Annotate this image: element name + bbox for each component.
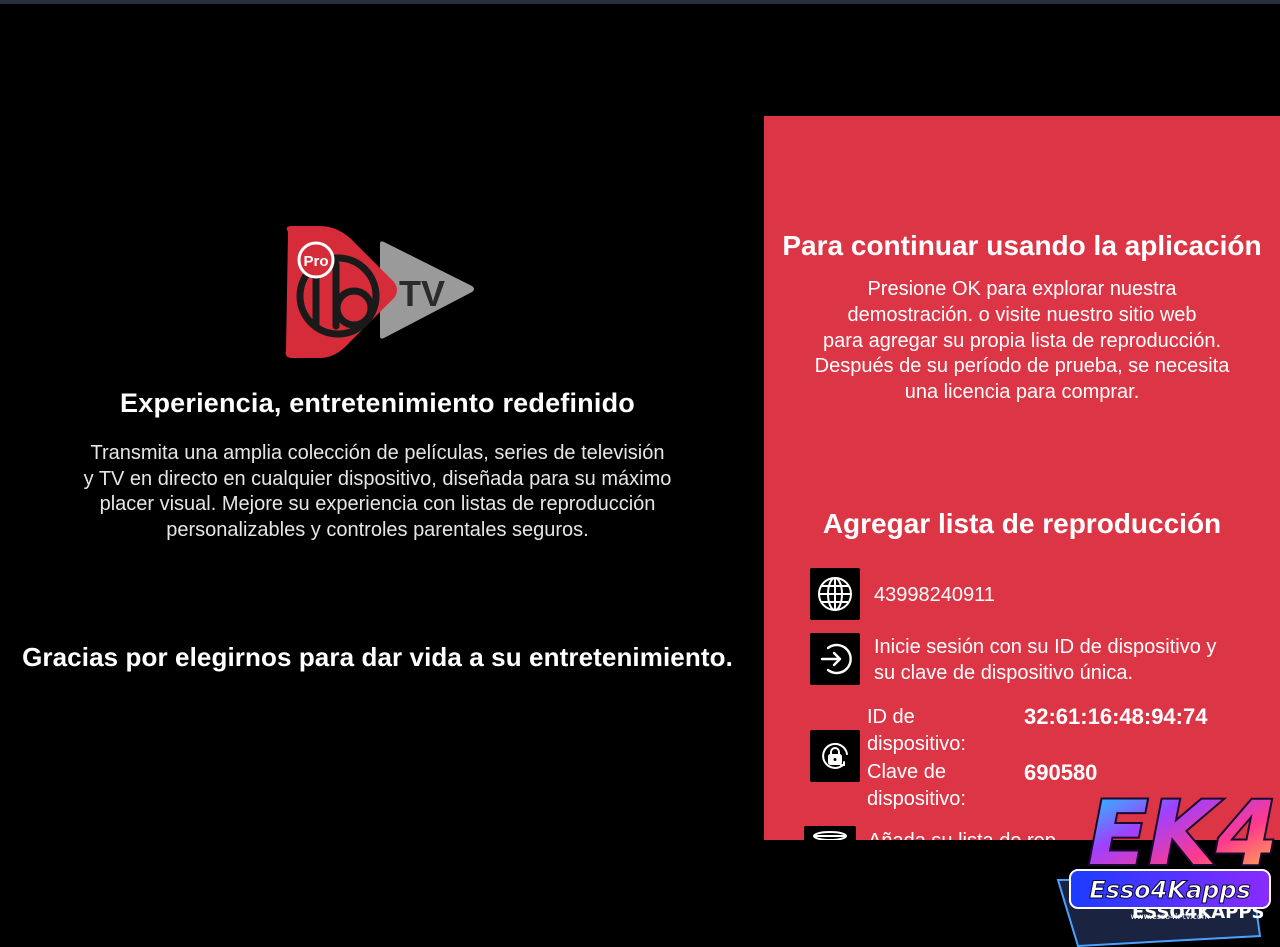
instruction-line: demostración. o visite nuestro sitio web (847, 303, 1197, 326)
esso4kapps-watermark: ESSO4KAPPS EK4 Esso4Kapps www.esso4k-tv.… (1056, 780, 1280, 947)
description-line: Transmita una amplia colección de pelícu… (90, 442, 665, 464)
description-line: personalizables y controles parentales s… (166, 518, 589, 541)
add-playlist-partial-text: Añada su lista de rep (868, 828, 1056, 840)
description-line: placer visual. Mejore su experiencia con… (99, 493, 656, 515)
website-url-text: 43998240911 (874, 584, 995, 606)
watermark-name: Esso4Kapps (1089, 876, 1251, 904)
instruction-line: para agregar su propia lista de reproduc… (822, 329, 1222, 352)
panel-instructions: Presione OK para explorar nuestra demost… (784, 277, 1260, 406)
login-line: su clave de dispositivo única. (874, 662, 1134, 684)
lock-refresh-icon (810, 730, 860, 782)
login-line: Inicie sesión con su ID de dispositivo y (874, 636, 1217, 658)
logo-tv-text: TV (399, 273, 445, 314)
instruction-line: Después de su período de prueba, se nece… (814, 355, 1230, 378)
instruction-line: Presione OK para explorar nuestra (867, 278, 1177, 300)
panel-title: Para continuar usando la aplicación (782, 230, 1262, 261)
top-edge-strip (0, 0, 1280, 4)
login-icon (810, 633, 860, 685)
description-line: y TV en directo en cualquier dispositivo… (83, 467, 672, 490)
watermark-url: www.esso4k-tv.com (1130, 912, 1209, 921)
playlist-icon (804, 826, 856, 840)
description-text: Transmita una amplia colección de pelícu… (50, 441, 705, 543)
tagline-heading: Experiencia, entretenimiento redefinido (120, 388, 635, 418)
device-key-label: Clave de dispositivo: (867, 761, 966, 810)
device-id-label: ID de dispositivo: (867, 706, 966, 755)
logo-pro-badge: Pro (303, 253, 328, 270)
globe-icon (810, 568, 860, 620)
ibo-pro-tv-logo: Pro TV (285, 226, 474, 358)
activation-panel: Para continuar usando la aplicación Pres… (764, 116, 1280, 840)
thanks-message: Gracias por elegirnos para dar vida a su… (22, 642, 733, 672)
app-screen: Pro TV Experiencia, entretenimiento rede… (0, 0, 1280, 947)
device-id-value: 32:61:16:48:94:74 (1024, 704, 1208, 729)
login-instructions: Inicie sesión con su ID de dispositivo y… (874, 634, 1216, 686)
instruction-line: una licencia para comprar. (904, 381, 1140, 404)
add-playlist-title: Agregar lista de reproducción (822, 508, 1222, 539)
